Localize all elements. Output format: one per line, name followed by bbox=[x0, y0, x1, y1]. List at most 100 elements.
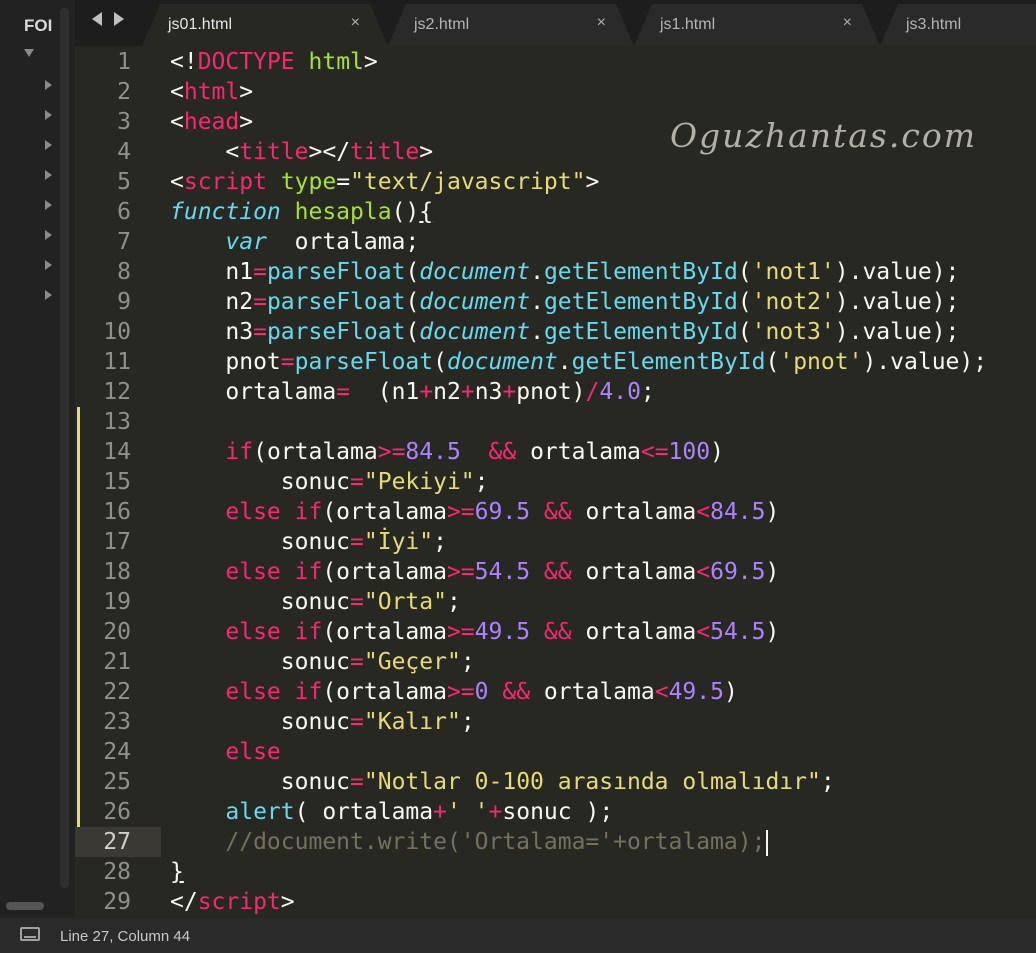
line-number: 4 bbox=[117, 139, 131, 165]
close-icon[interactable]: × bbox=[843, 14, 852, 32]
tab-label: js01.html bbox=[168, 16, 233, 33]
code-line[interactable]: 16 else if(ortalama>=69.5 && ortalama<84… bbox=[75, 497, 1036, 527]
code-text[interactable]: } bbox=[170, 857, 184, 887]
tab-scroll-left-icon[interactable] bbox=[92, 12, 102, 26]
code-line[interactable]: 5 <script type="text/javascript"> bbox=[75, 167, 1036, 197]
code-text[interactable]: </script> bbox=[170, 887, 295, 917]
code-line[interactable]: 21 sonuc="Geçer"; bbox=[75, 647, 1036, 677]
line-number: 18 bbox=[103, 559, 131, 585]
sidebar-title: FOI bbox=[24, 16, 53, 35]
line-number: 11 bbox=[103, 349, 131, 375]
code-line[interactable]: 26 alert( ortalama+' '+sonuc ); bbox=[75, 797, 1036, 827]
code-line[interactable]: 9 n2=parseFloat(document.getElementById(… bbox=[75, 287, 1036, 317]
line-number: 28 bbox=[103, 859, 131, 885]
code-line[interactable]: 22 else if(ortalama>=0 && ortalama<49.5) bbox=[75, 677, 1036, 707]
tab-js1[interactable]: js1.html × bbox=[634, 4, 880, 46]
cursor-position: Line 27, Column 44 bbox=[60, 928, 191, 945]
code-line[interactable]: 8 n1=parseFloat(document.getElementById(… bbox=[75, 257, 1036, 287]
code-text[interactable]: //document.write('Ortalama='+ortalama); bbox=[170, 827, 769, 857]
code-text[interactable]: n3=parseFloat(document.getElementById('n… bbox=[170, 317, 959, 347]
watermark: Oguzhantas.com bbox=[670, 116, 978, 155]
code-line[interactable]: 25 sonuc="Notlar 0-100 arasında olmalıdı… bbox=[75, 767, 1036, 797]
code-line[interactable]: 15 sonuc="Pekiyi"; bbox=[75, 467, 1036, 497]
line-number: 5 bbox=[117, 169, 131, 195]
code-line[interactable]: 12 ortalama= (n1+n2+n3+pnot)/4.0; bbox=[75, 377, 1036, 407]
code-line[interactable]: 6 function hesapla(){ bbox=[75, 197, 1036, 227]
code-text[interactable]: <title></title> bbox=[170, 137, 433, 167]
line-number: 29 bbox=[103, 889, 131, 915]
code-text[interactable]: if(ortalama>=84.5 && ortalama<=100) bbox=[170, 437, 724, 467]
line-number: 26 bbox=[103, 799, 131, 825]
code-line[interactable]: 13 bbox=[75, 407, 1036, 437]
panel-toggle-icon[interactable] bbox=[20, 927, 40, 941]
code-line[interactable]: 2 <html> bbox=[75, 77, 1036, 107]
code-text[interactable]: n2=parseFloat(document.getElementById('n… bbox=[170, 287, 959, 317]
tab-scroll-right-icon[interactable] bbox=[114, 12, 124, 26]
code-text[interactable]: function hesapla(){ bbox=[170, 197, 433, 227]
code-text[interactable]: <head> bbox=[170, 107, 253, 137]
code-line[interactable]: 24 else bbox=[75, 737, 1036, 767]
code-text[interactable]: else if(ortalama>=54.5 && ortalama<69.5) bbox=[170, 557, 779, 587]
line-number: 9 bbox=[117, 289, 131, 315]
code-line[interactable]: 23 sonuc="Kalır"; bbox=[75, 707, 1036, 737]
code-text[interactable]: pnot=parseFloat(document.getElementById(… bbox=[170, 347, 987, 377]
tab-label: js2.html bbox=[414, 16, 470, 33]
code-text[interactable]: <!DOCTYPE html> bbox=[170, 47, 378, 77]
code-text[interactable]: sonuc="Notlar 0-100 arasında olmalıdır"; bbox=[170, 767, 835, 797]
folder-collapse-icon[interactable] bbox=[45, 80, 52, 90]
code-line[interactable]: 19 sonuc="Orta"; bbox=[75, 587, 1036, 617]
code-text[interactable]: n1=parseFloat(document.getElementById('n… bbox=[170, 257, 959, 287]
line-number: 13 bbox=[103, 409, 131, 435]
code-line[interactable]: 18 else if(ortalama>=54.5 && ortalama<69… bbox=[75, 557, 1036, 587]
tab-js2[interactable]: js2.html × bbox=[388, 4, 634, 46]
line-number: 8 bbox=[117, 259, 131, 285]
line-number: 21 bbox=[103, 649, 131, 675]
code-line[interactable]: 7 var ortalama; bbox=[75, 227, 1036, 257]
code-text[interactable]: else bbox=[170, 737, 280, 767]
code-line[interactable]: 28} bbox=[75, 857, 1036, 887]
folder-collapse-icon[interactable] bbox=[45, 140, 52, 150]
code-text[interactable]: var ortalama; bbox=[170, 227, 419, 257]
tab-js01[interactable]: js01.html × bbox=[142, 4, 388, 46]
code-text[interactable]: sonuc="Orta"; bbox=[170, 587, 461, 617]
code-line[interactable]: 29 </script> bbox=[75, 887, 1036, 917]
code-text[interactable]: sonuc="Pekiyi"; bbox=[170, 467, 489, 497]
line-number: 6 bbox=[117, 199, 131, 225]
code-text[interactable]: alert( ortalama+' '+sonuc ); bbox=[170, 797, 613, 827]
line-number: 23 bbox=[103, 709, 131, 735]
folder-expand-icon[interactable] bbox=[24, 49, 34, 57]
folder-collapse-icon[interactable] bbox=[45, 110, 52, 120]
code-text[interactable]: <script type="text/javascript"> bbox=[170, 167, 599, 197]
code-line[interactable]: 20 else if(ortalama>=49.5 && ortalama<54… bbox=[75, 617, 1036, 647]
code-text[interactable]: sonuc="İyi"; bbox=[170, 527, 447, 557]
line-number: 1 bbox=[117, 49, 131, 75]
line-number: 22 bbox=[103, 679, 131, 705]
code-text[interactable]: else if(ortalama>=0 && ortalama<49.5) bbox=[170, 677, 737, 707]
close-icon[interactable]: × bbox=[351, 14, 360, 32]
folder-collapse-icon[interactable] bbox=[45, 200, 52, 210]
code-text[interactable]: sonuc="Kalır"; bbox=[170, 707, 475, 737]
code-line[interactable]: 1 <!DOCTYPE html> bbox=[75, 47, 1036, 77]
code-line[interactable]: 17 sonuc="İyi"; bbox=[75, 527, 1036, 557]
folder-collapse-icon[interactable] bbox=[45, 260, 52, 270]
folder-collapse-icon[interactable] bbox=[45, 230, 52, 240]
tab-label: js3.html bbox=[906, 16, 962, 33]
sidebar-vertical-scrollbar[interactable] bbox=[60, 8, 69, 888]
code-line[interactable]: 27 //document.write('Ortalama='+ortalama… bbox=[75, 827, 1036, 857]
code-line[interactable]: 11 pnot=parseFloat(document.getElementBy… bbox=[75, 347, 1036, 377]
line-number: 27 bbox=[103, 829, 131, 855]
code-text[interactable]: sonuc="Geçer"; bbox=[170, 647, 475, 677]
tab-js3[interactable]: js3.html bbox=[880, 4, 1036, 46]
folder-collapse-icon[interactable] bbox=[45, 290, 52, 300]
code-line[interactable]: 10 n3=parseFloat(document.getElementById… bbox=[75, 317, 1036, 347]
code-text[interactable]: else if(ortalama>=69.5 && ortalama<84.5) bbox=[170, 497, 779, 527]
code-editor[interactable]: 1 <!DOCTYPE html> 2 <html> 3 <head> 4 <title><… bbox=[75, 46, 1036, 918]
sidebar-horizontal-scrollbar[interactable] bbox=[6, 902, 44, 910]
status-bar: Line 27, Column 44 bbox=[0, 918, 1036, 953]
close-icon[interactable]: × bbox=[597, 14, 606, 32]
code-line[interactable]: 14 if(ortalama>=84.5 && ortalama<=100) bbox=[75, 437, 1036, 467]
code-text[interactable]: <html> bbox=[170, 77, 253, 107]
code-text[interactable]: ortalama= (n1+n2+n3+pnot)/4.0; bbox=[170, 377, 654, 407]
folder-collapse-icon[interactable] bbox=[45, 170, 52, 180]
code-text[interactable]: else if(ortalama>=49.5 && ortalama<54.5) bbox=[170, 617, 779, 647]
